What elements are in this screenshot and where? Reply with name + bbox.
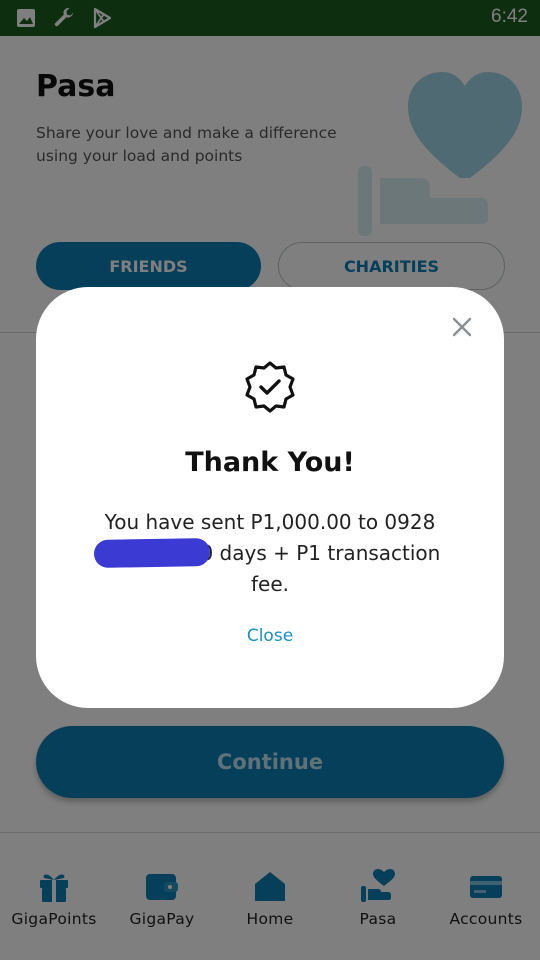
verified-badge-icon [242, 359, 298, 415]
thank-you-dialog: Thank You! You have sent P1,000.00 to 09… [36, 287, 504, 708]
dialog-title: Thank You! [185, 447, 355, 478]
redaction-mark [93, 537, 211, 569]
close-icon[interactable] [450, 315, 474, 339]
close-link[interactable]: Close [36, 626, 504, 646]
